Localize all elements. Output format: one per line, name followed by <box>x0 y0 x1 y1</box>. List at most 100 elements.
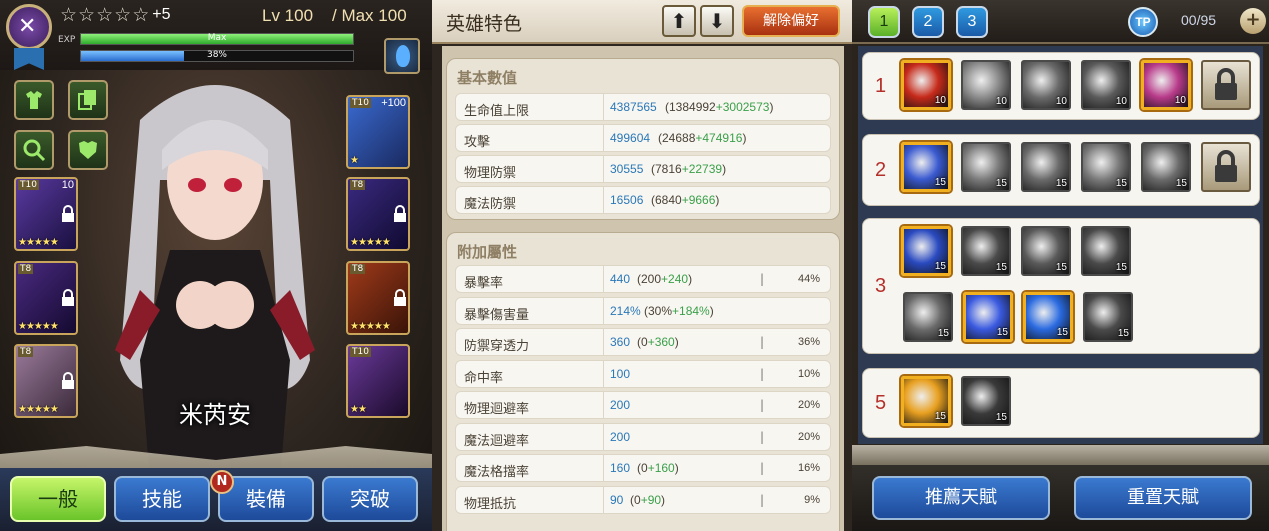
talent-skill-icon[interactable]: 15 <box>1081 226 1131 276</box>
stat-name: 物理抵抗 <box>464 496 517 512</box>
arrow-down-button[interactable]: ⬇ <box>700 5 734 37</box>
stat-bonus: +3002573 <box>715 100 770 114</box>
stat-row: 暴擊傷害量 214% (30%+184%) <box>455 296 831 325</box>
recommend-talent-button[interactable]: 推薦天賦 <box>872 476 1050 520</box>
talent-skill-icon[interactable]: 15 <box>961 376 1011 426</box>
stat-name: 攻擊 <box>464 135 491 150</box>
equip-slot-gloves[interactable]: T8 ★★★★★ <box>346 261 410 335</box>
potion-icon[interactable] <box>384 38 420 74</box>
equip-slot-armor[interactable]: T8 ★★★★★ <box>14 261 78 335</box>
stat-bonus: +22739 <box>681 162 723 176</box>
equip-slot-helmet[interactable]: T8 ★★★★★ <box>346 177 410 251</box>
talent-skill-icon[interactable]: 10 <box>1141 60 1191 110</box>
stat-row: 物理迴避率 200 | 20% <box>455 391 831 419</box>
stats-panel: 英雄特色 ⬆ ⬇ 解除偏好 基本數值 生命值上限 4387565 (1384992+… <box>432 0 852 531</box>
talent-page-2[interactable]: 2 <box>912 6 944 38</box>
talent-skill-icon[interactable]: 15 <box>963 292 1013 342</box>
class-icon[interactable]: ✕ <box>6 4 52 50</box>
star-icon: ☆ <box>60 4 78 26</box>
talent-skill-icon[interactable]: 15 <box>1021 226 1071 276</box>
section-title: 基本數值 <box>457 69 518 87</box>
stat-bonus: +474916 <box>695 131 743 145</box>
stat-bonus: +360 <box>647 335 675 349</box>
tab-breakthrough[interactable]: 突破 <box>322 476 418 522</box>
star-icon: ☆ <box>78 4 96 26</box>
tab-skills[interactable]: 技能 <box>114 476 210 522</box>
stat-name: 生命值上限 <box>464 104 530 119</box>
talent-skill-icon[interactable]: 15 <box>901 142 951 192</box>
equip-slot-boots[interactable]: T8 ★★★★★ <box>14 344 78 418</box>
stat-row: 暴擊率 440 (200+240) | 44% <box>455 265 831 293</box>
stat-bonus: +9666 <box>681 193 716 207</box>
stat-bonus: +160 <box>647 461 675 475</box>
talent-skill-icon[interactable]: 15 <box>1083 292 1133 342</box>
talent-skill-icon[interactable]: 15 <box>961 142 1011 192</box>
talent-skill-icon[interactable]: 15 <box>1141 142 1191 192</box>
talent-skill-icon[interactable]: 15 <box>901 376 951 426</box>
star-bonus: +5 <box>152 6 171 23</box>
stat-breakdown: (0+90) <box>630 492 666 507</box>
stat-percent: 20% <box>797 399 820 411</box>
item-stars: ★★★★★ <box>350 237 391 248</box>
talent-skill-icon[interactable]: 10 <box>901 60 951 110</box>
inspect-icon[interactable] <box>14 130 54 170</box>
item-stars: ★★★★★ <box>18 321 59 332</box>
stats-header: 英雄特色 ⬆ ⬇ 解除偏好 <box>432 0 852 44</box>
arrow-up-button[interactable]: ⬆ <box>662 5 696 37</box>
locked-talent-slot[interactable] <box>1201 60 1251 110</box>
stat-value: 100 <box>610 366 631 381</box>
stat-separator: | <box>760 335 765 349</box>
talent-level: 15 <box>934 261 946 272</box>
stat-row: 生命值上限 4387565 (1384992+3002573) <box>455 93 831 121</box>
talent-skill-icon[interactable]: 10 <box>1021 60 1071 110</box>
star-icon: ☆ <box>96 4 114 26</box>
remove-favorite-button[interactable]: 解除偏好 <box>742 5 840 37</box>
talent-level: 15 <box>934 177 946 188</box>
tp-icon: TP <box>1128 7 1158 37</box>
stat-name: 魔法迴避率 <box>464 433 530 449</box>
tier-number: 1 <box>875 75 887 97</box>
talent-skill-icon[interactable]: 10 <box>961 60 1011 110</box>
stats-scroll-area[interactable]: 基本數值 生命值上限 4387565 (1384992+3002573) 攻擊 4996… <box>442 46 844 531</box>
stat-bonus: +90 <box>640 492 662 507</box>
costume-icon[interactable] <box>14 80 54 120</box>
talent-skill-icon[interactable]: 15 <box>1021 142 1071 192</box>
talent-level: 10 <box>1174 95 1186 106</box>
talent-skill-icon[interactable]: 15 <box>1081 142 1131 192</box>
talent-level: 10 <box>995 96 1007 107</box>
star-rating: ☆ ☆ ☆ ☆ ☆ +5 <box>60 4 170 26</box>
talent-skill-icon[interactable]: 15 <box>1023 292 1073 342</box>
stat-breakdown: (0+360) <box>637 335 679 349</box>
talent-skill-icon[interactable]: 10 <box>1081 60 1131 110</box>
lock-icon <box>62 372 74 389</box>
talent-skill-icon[interactable]: 15 <box>901 226 951 276</box>
stat-base: 200 <box>641 272 662 286</box>
equip-slot-consumable[interactable]: T10 +100 ★ <box>346 95 410 169</box>
talent-level: 15 <box>1056 327 1068 338</box>
talent-tier: 3 15 15 15 15 15 15 15 15 <box>862 218 1260 354</box>
tier-number: 5 <box>875 392 887 414</box>
talent-page-1[interactable]: 1 <box>868 6 900 38</box>
locked-talent-slot[interactable] <box>1201 142 1251 192</box>
stat-base: 1384992 <box>669 100 716 114</box>
talent-page-3[interactable]: 3 <box>956 6 988 38</box>
equip-slot-weapon[interactable]: T10 10 ★★★★★ <box>14 177 78 251</box>
stat-value: 214% <box>610 303 641 318</box>
reset-talent-button[interactable]: 重置天賦 <box>1074 476 1252 520</box>
tab-general[interactable]: 一般 <box>10 476 106 522</box>
lock-icon <box>1215 150 1237 182</box>
stat-breakdown: (0+160) <box>637 461 679 475</box>
stat-name: 暴擊率 <box>464 276 504 291</box>
add-tp-button[interactable]: + <box>1240 8 1266 34</box>
stat-base: 6840 <box>655 193 682 207</box>
talent-level: 15 <box>1117 328 1129 339</box>
talent-level: 15 <box>996 327 1008 338</box>
item-stars: ★★★★★ <box>18 237 59 248</box>
talent-skill-icon[interactable]: 15 <box>961 226 1011 276</box>
exp-bar-text: Max <box>207 33 227 43</box>
equip-slot-accessory[interactable]: T10 ★★ <box>346 344 410 418</box>
stat-name: 防禦穿透力 <box>464 339 530 354</box>
lock-icon <box>394 205 406 222</box>
talent-skill-icon[interactable]: 15 <box>903 292 953 342</box>
stat-percent: 10% <box>797 367 820 380</box>
